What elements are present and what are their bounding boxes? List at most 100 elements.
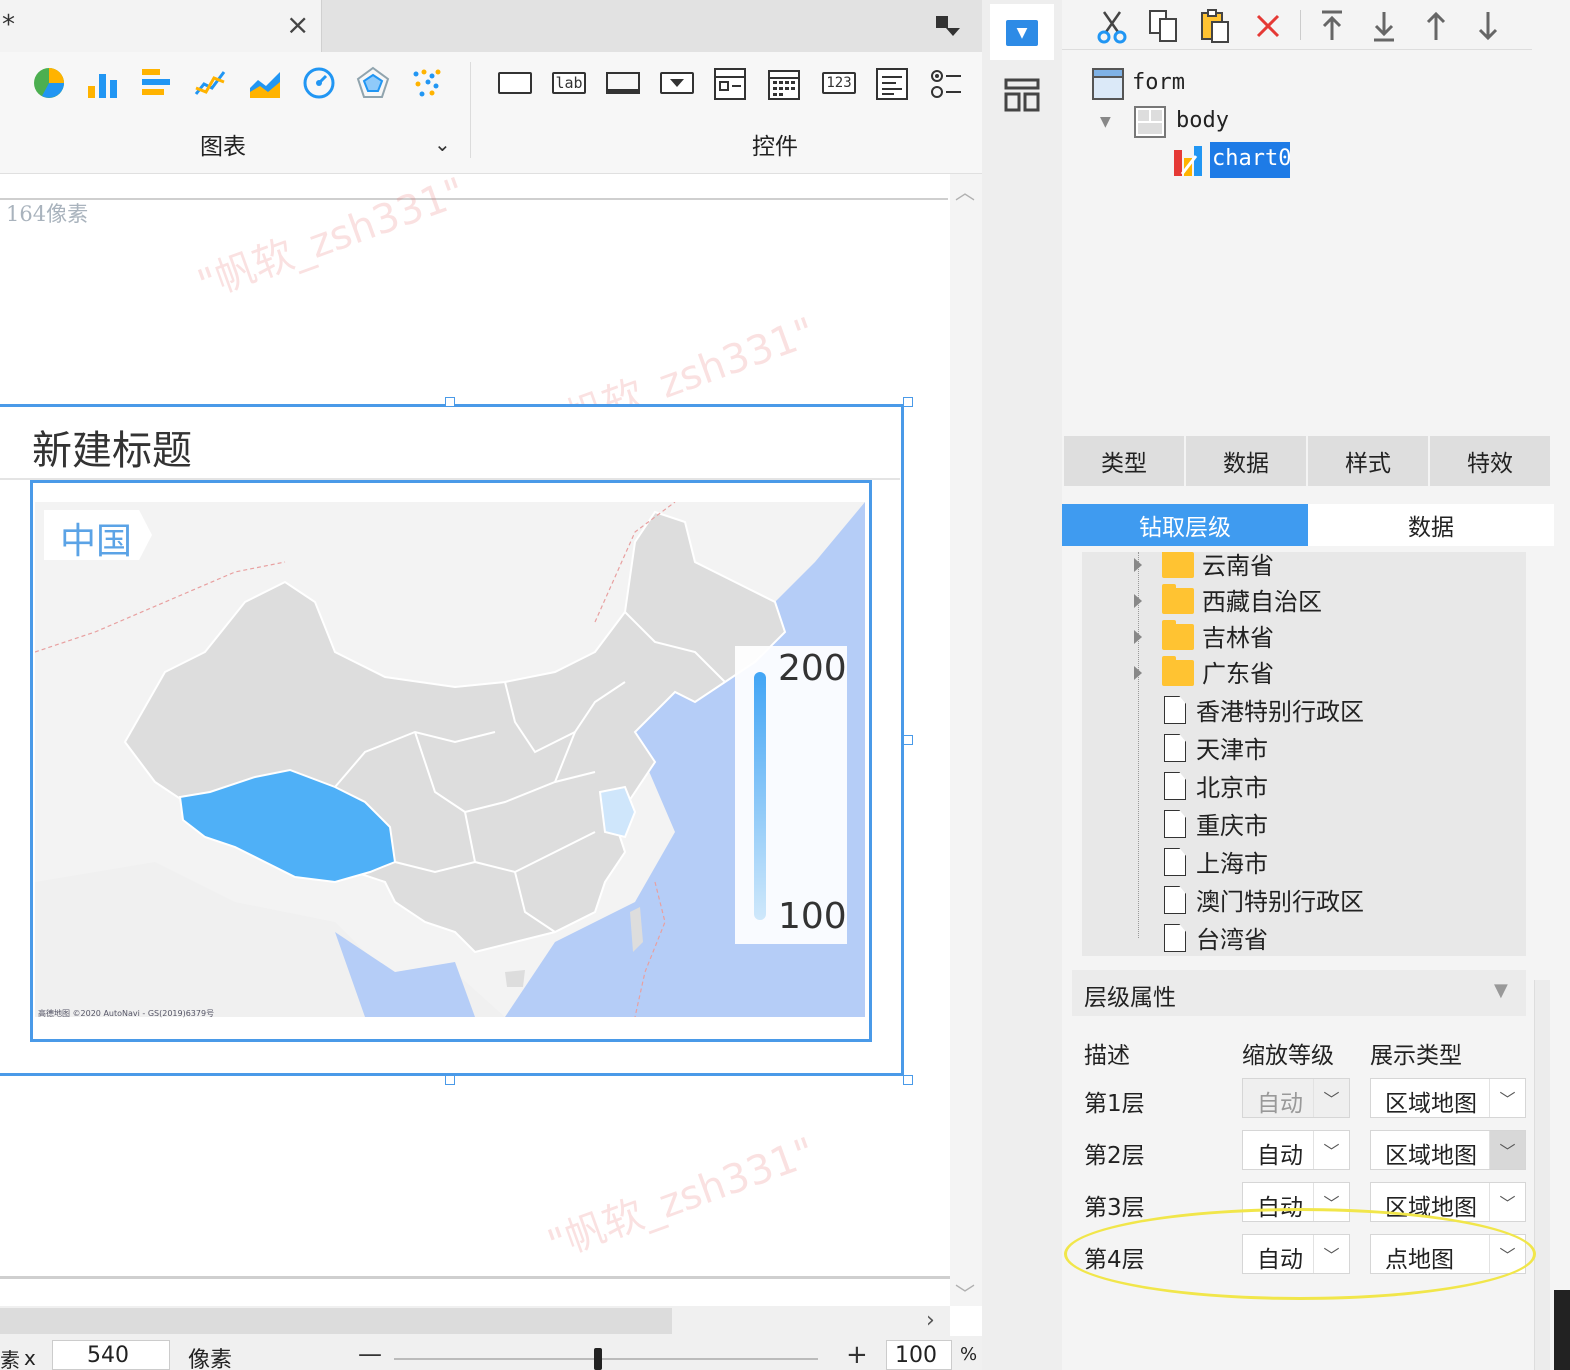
scroll-up-icon[interactable]: ︿ [955,176,975,205]
legend-gradient-bar[interactable] [754,672,766,920]
zoom-in-button[interactable]: + [846,1340,868,1370]
scroll-down-icon[interactable]: ﹀ [955,1278,975,1307]
display-type-select[interactable]: 区域地图 ﹀ [1370,1130,1526,1170]
document-icon [1164,734,1186,762]
bar-chart-icon[interactable] [86,66,120,100]
text-area-widget-icon[interactable] [876,68,908,100]
dropdown-widget-icon[interactable] [660,72,694,94]
tab-close-icon[interactable]: × [286,8,309,41]
layout-icon[interactable] [1004,78,1040,112]
folder-icon [1162,620,1194,650]
expand-arrow-icon[interactable] [1134,630,1142,644]
chart-group-label: 图表 [200,134,246,160]
delete-icon[interactable] [1250,8,1286,44]
legend-max-value: 200 [778,648,847,689]
tree-file-label: 上海市 [1196,850,1268,878]
zoom-slider-thumb[interactable] [593,1348,602,1370]
editor-tab-active[interactable] [0,0,322,52]
textbox-widget-icon[interactable] [606,72,640,94]
tree-node-chart0[interactable]: chart0 [1212,146,1291,171]
tree-file-label: 北京市 [1196,774,1268,802]
status-x-label: x [24,1346,36,1370]
resize-handle[interactable] [903,397,913,407]
horizontal-bar-chart-icon[interactable] [140,66,174,100]
display-type-select[interactable]: 区域地图 ﹀ [1370,1078,1526,1118]
tree-file-label: 天津市 [1196,736,1268,764]
move-up-icon[interactable] [1418,8,1454,44]
resize-handle[interactable] [445,1075,455,1085]
pie-chart-icon[interactable] [32,66,66,100]
copy-icon[interactable] [1146,8,1182,44]
move-to-top-icon[interactable] [1314,8,1350,44]
document-icon [1164,886,1186,914]
chevron-down-icon[interactable]: ﹀ [1489,1131,1525,1169]
properties-scrollbar[interactable] [1534,980,1550,1370]
tab-effects[interactable]: 特效 [1430,436,1550,486]
zoom-level-value: 自动 [1257,1091,1303,1117]
zoom-slider-track[interactable] [394,1358,818,1360]
resize-handle[interactable] [445,397,455,407]
tab-data[interactable]: 数据 [1186,436,1306,486]
zoom-out-button[interactable]: — [358,1340,382,1368]
gauge-chart-icon[interactable] [302,66,336,100]
chevron-down-icon[interactable]: ﹀ [1313,1131,1349,1169]
horizontal-scroll-thumb[interactable] [0,1308,672,1334]
subtab-drill-levels[interactable]: 钻取层级 [1062,504,1308,546]
window-edge [1554,1290,1570,1370]
resize-handle[interactable] [903,1075,913,1085]
tab-style[interactable]: 样式 [1308,436,1428,486]
chevron-down-icon: ﹀ [1313,1079,1349,1117]
chevron-down-icon[interactable]: ⌄ [434,132,451,156]
chevron-down-icon[interactable]: ﹀ [1489,1079,1525,1117]
label-widget-icon[interactable]: lab [552,72,586,94]
chevron-down-icon[interactable]: ﹀ [1489,1183,1525,1221]
paste-icon[interactable] [1198,8,1234,44]
form-widget-icon[interactable] [714,68,746,100]
collapse-arrow-icon[interactable]: ▼ [1494,980,1508,1001]
ruler-label: 164像素 [6,202,89,226]
tab-type[interactable]: 类型 [1064,436,1184,486]
drill-region-tree[interactable]: 云南省 西藏自治区 吉林省 广东省 香港特别行政区 天津市 北京市 重庆市 上海… [1082,552,1526,956]
column-header-display-type: 展示类型 [1370,1043,1462,1069]
column-header-zoom: 缩放等级 [1242,1043,1334,1069]
scatter-chart-icon[interactable] [410,66,444,100]
folder-icon [1162,656,1194,686]
map-breadcrumb-label[interactable]: 中国 [60,512,132,564]
tree-collapse-icon[interactable]: ▼ [1100,114,1111,130]
expand-arrow-icon[interactable] [1134,594,1142,608]
expand-arrow-icon[interactable] [1134,558,1142,572]
zoom-value-input[interactable]: 100 [886,1340,952,1370]
tree-file-label: 台湾省 [1196,926,1268,954]
area-chart-icon[interactable] [248,66,282,100]
button-widget-icon[interactable] [498,72,532,94]
canvas-vertical-scrollbar[interactable] [950,174,982,1306]
status-unit-label: 像素 [188,1348,233,1370]
side-toolstrip [982,0,1062,1370]
x-position-input[interactable]: 540 [52,1340,170,1370]
tree-node-body[interactable]: body [1176,108,1229,133]
tree-node-form[interactable]: form [1132,70,1185,95]
document-icon [1164,772,1186,800]
zoom-level-select[interactable]: 自动 ﹀ [1242,1130,1350,1170]
cut-icon[interactable] [1094,8,1130,44]
move-down-icon[interactable] [1470,8,1506,44]
display-type-value: 区域地图 [1385,1091,1477,1117]
radio-list-widget-icon[interactable] [930,68,962,100]
radar-chart-icon[interactable] [356,66,390,100]
scroll-right-icon[interactable]: › [926,1308,935,1333]
calendar-widget-icon[interactable] [768,68,800,100]
tree-file-label: 重庆市 [1196,812,1268,840]
line-chart-icon[interactable] [194,66,228,100]
tree-folder-label: 广东省 [1202,660,1274,688]
chart-title[interactable]: 新建标题 [32,418,192,476]
number-widget-icon[interactable]: 123 [822,72,856,94]
dropdown-toggle-icon[interactable]: ▼ [1006,20,1038,46]
panel-dock-icon[interactable] [934,14,962,38]
display-type-value: 区域地图 [1385,1143,1477,1169]
subtab-data[interactable]: 数据 [1308,504,1554,546]
resize-handle[interactable] [903,735,913,745]
form-node-icon [1092,68,1124,100]
move-to-bottom-icon[interactable] [1366,8,1402,44]
tree-folder-label: 云南省 [1202,552,1274,580]
expand-arrow-icon[interactable] [1134,666,1142,680]
